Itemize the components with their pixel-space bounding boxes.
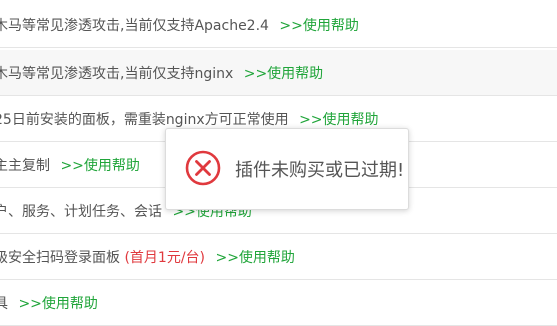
item-description: 木马等常见渗透攻击,当前仅支持Apache2.4 xyxy=(0,17,269,34)
list-item: 具 >>使用帮助 xyxy=(0,280,557,326)
error-toast: 插件未购买或已过期! xyxy=(165,128,409,210)
help-link[interactable]: >>使用帮助 xyxy=(60,158,139,174)
toast-message: 插件未购买或已过期! xyxy=(235,160,405,181)
list-item: 木马等常见渗透攻击,当前仅支持nginx >>使用帮助 xyxy=(0,50,557,96)
item-description: 主主复制 xyxy=(0,157,50,174)
help-link[interactable]: >>使用帮助 xyxy=(18,296,97,312)
list-item: 木马等常见渗透攻击,当前仅支持Apache2.4 >>使用帮助 xyxy=(0,2,557,48)
help-link[interactable]: >>使用帮助 xyxy=(244,66,323,82)
list-item: 级安全扫码登录面板 (首月1元/台) >>使用帮助 xyxy=(0,234,557,280)
item-description: 户、服务、计划任务、会话 xyxy=(0,203,162,220)
help-link[interactable]: >>使用帮助 xyxy=(299,112,378,128)
error-circle-icon xyxy=(184,149,222,187)
item-description: 木马等常见渗透攻击,当前仅支持nginx xyxy=(0,65,234,82)
help-link[interactable]: >>使用帮助 xyxy=(279,18,358,34)
item-description: 25日前安装的面板，需重装nginx方可正常使用 xyxy=(0,111,289,128)
help-link[interactable]: >>使用帮助 xyxy=(215,250,294,266)
price-tag: (首月1元/台) xyxy=(124,249,206,266)
item-description: 具 xyxy=(0,296,8,312)
item-description: 级安全扫码登录面板 xyxy=(0,249,120,266)
